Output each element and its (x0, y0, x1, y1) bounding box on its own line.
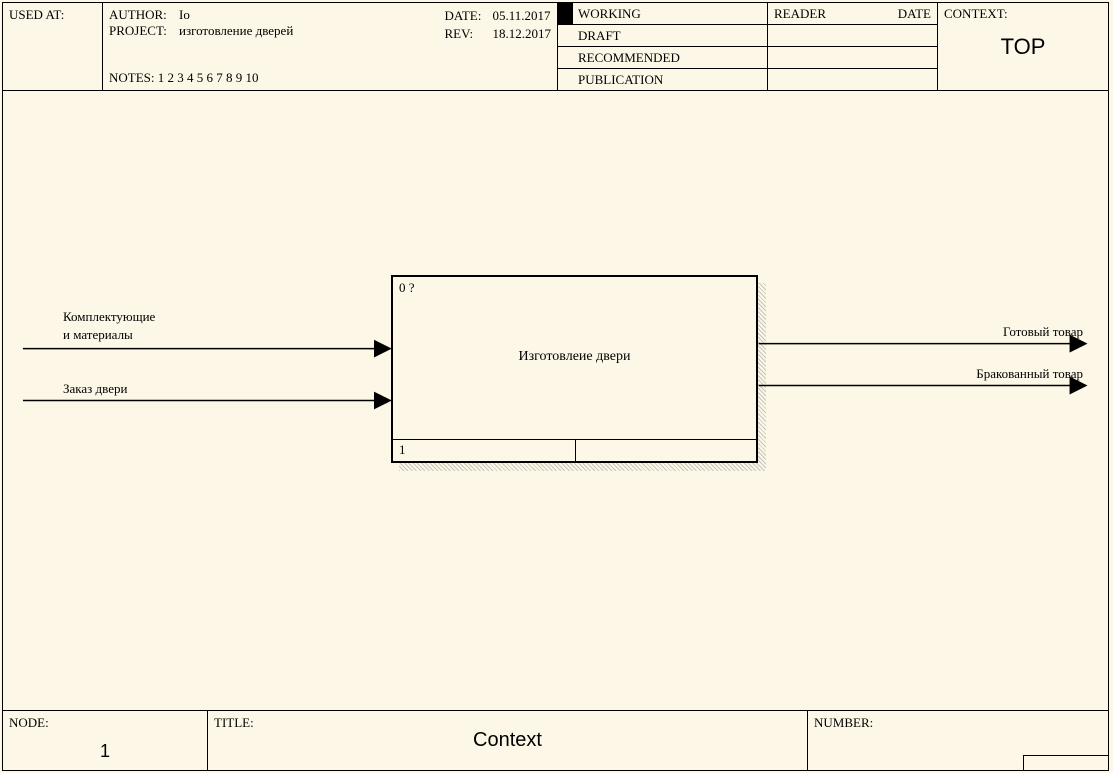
input2-label: Заказ двери (63, 381, 127, 397)
project-label: PROJECT: (109, 23, 179, 39)
output2-label: Бракованный товар (976, 366, 1083, 382)
status-cell: WORKING DRAFT RECOMMENDED PUBLICATION (558, 3, 768, 90)
reader-label: READER (774, 6, 826, 21)
notes-label: NOTES: (109, 70, 155, 85)
author-value: Io (179, 7, 190, 23)
status-recommended: RECOMMENDED (558, 47, 767, 69)
context-cell: CONTEXT: TOP (938, 3, 1108, 90)
date-value: 05.11.2017 (493, 8, 551, 23)
rev-value: 18.12.2017 (493, 26, 552, 41)
used-at-cell: USED AT: (3, 3, 103, 90)
used-at-label: USED AT: (9, 7, 64, 22)
number-cell: NUMBER: (808, 711, 1108, 770)
title-cell: TITLE: Context (208, 711, 808, 770)
title-value: Context (208, 711, 807, 770)
reader-cell: READER DATE (768, 3, 938, 90)
diagram-footer: NODE: 1 TITLE: Context NUMBER: (3, 710, 1108, 770)
corner-notch (1023, 755, 1108, 770)
input1-label-line1: Комплектующие (63, 309, 155, 325)
working-status-marker (558, 3, 573, 25)
reader-date-label: DATE (898, 6, 931, 21)
author-project-cell: AUTHOR: Io PROJECT: изготовление дверей … (103, 3, 558, 90)
project-value: изготовление дверей (179, 23, 293, 39)
node-label: NODE: (9, 715, 49, 730)
input1-label-line2: и материалы (63, 327, 133, 343)
number-label: NUMBER: (814, 715, 873, 730)
date-label: DATE: (445, 7, 493, 25)
rev-label: REV: (445, 25, 493, 43)
activity-box: 0 ? Изготовлеие двери 1 (391, 275, 758, 463)
context-value: TOP (938, 3, 1108, 91)
diagram-canvas: 0 ? Изготовлеие двери 1 (3, 91, 1108, 710)
output1-label: Готовый товар (1003, 324, 1083, 340)
notes-values: 1 2 3 4 5 6 7 8 9 10 (158, 70, 259, 85)
diagram-header: USED AT: AUTHOR: Io PROJECT: изготовлени… (3, 3, 1108, 91)
status-draft: DRAFT (558, 25, 767, 47)
node-cell: NODE: 1 (3, 711, 208, 770)
status-publication: PUBLICATION (558, 69, 767, 91)
activity-title: Изготовлеие двери (393, 277, 756, 437)
activity-bottom-number: 1 (399, 442, 406, 458)
author-label: AUTHOR: (109, 7, 179, 23)
status-working: WORKING (558, 3, 767, 25)
node-value: 1 (3, 741, 207, 762)
